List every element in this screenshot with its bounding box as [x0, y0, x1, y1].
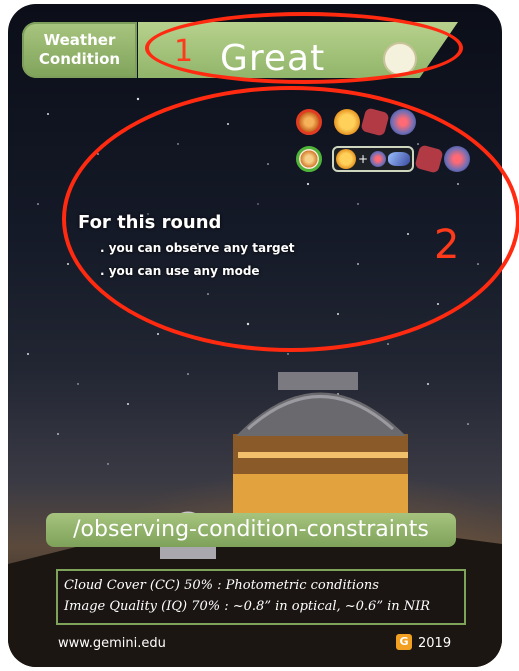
conditions-info-box: Cloud Cover (CC) 50% : Photometric condi… [56, 569, 466, 625]
image-quality-line: Image Quality (IQ) 70% : ~0.8” in optica… [64, 599, 431, 614]
footer-website: www.gemini.edu [58, 636, 166, 651]
gemini-logo-icon: G [396, 634, 412, 650]
annotation-marker-1: 1 [174, 34, 194, 69]
cloud-cover-line: Cloud Cover (CC) 50% : Photometric condi… [64, 578, 379, 593]
footer-year: 2019 [418, 636, 452, 651]
label-line-condition: Condition [38, 50, 121, 68]
label-line-weather: Weather [43, 31, 116, 49]
annotation-marker-2: 2 [434, 222, 460, 268]
constraints-url-banner: /observing-condition-constraints [46, 513, 456, 547]
annotation-ellipse-2 [62, 86, 519, 352]
weather-condition-label: Weather Condition [22, 22, 137, 78]
